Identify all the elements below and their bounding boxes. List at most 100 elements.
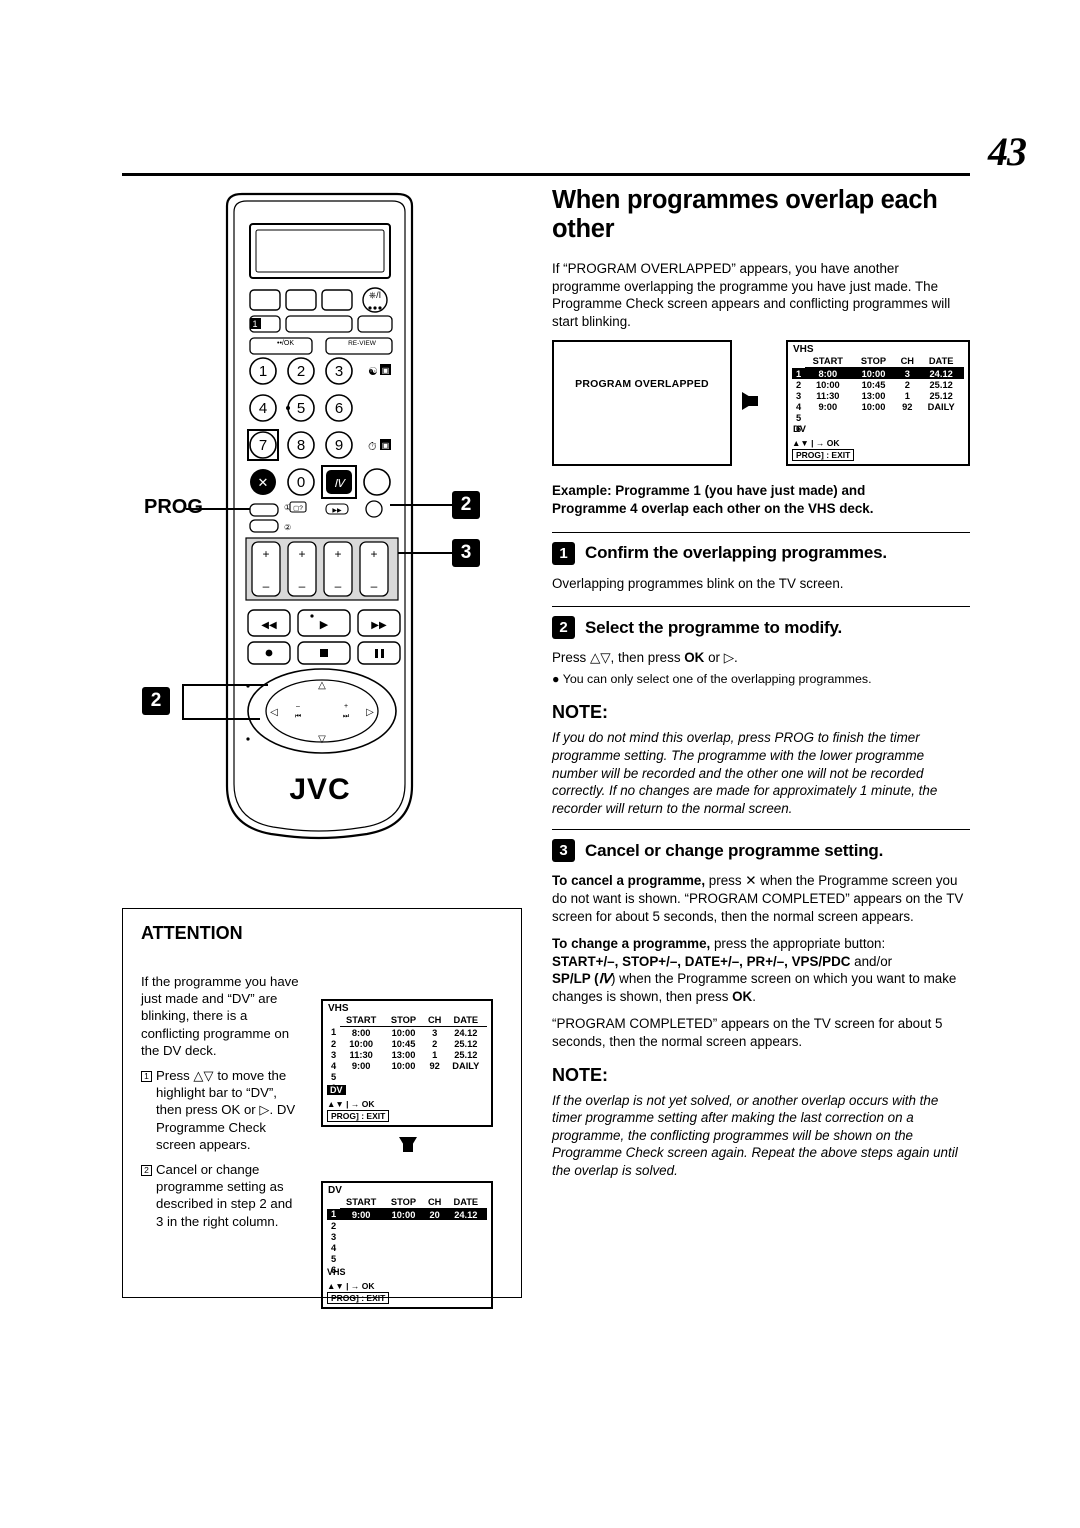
svg-text:▶: ▶ [320,619,329,631]
programme-table-vhs-attention: START STOP CH DATE 1 8:00 10:00 3 24.12 2 10:… [327,1015,487,1093]
table-row: 5 [331,1253,337,1264]
svg-text:⏮: ⏮ [295,713,301,720]
step-2-number: 2 [552,616,575,640]
step-3-title: Cancel or change programme setting. [585,840,884,860]
attention-step-1: 1 Press △▽ to move the highlight bar to … [141,1067,301,1153]
svg-text:▶▶: ▶▶ [332,508,342,514]
svg-text:–: – [263,579,270,593]
table-row: 1 8:00 10:00 3 24.12 [331,1027,478,1038]
attention-intro: If the programme you have just made and … [141,974,299,1058]
table-row: 6 [331,1264,337,1275]
table-row: 3 11:30 13:00 1 25.12 [331,1049,478,1060]
programme-table-dv: START STOP CH DATE 1 9:00 10:00 20 24.12 2 3… [327,1197,487,1275]
step-3-heading: 3 Cancel or change programme setting. [552,839,970,863]
svg-text:▶▶: ▶▶ [371,620,387,631]
attention-box: ATTENTION If the programme you have just… [122,908,522,1309]
svg-text:✕: ✕ [258,475,269,490]
col-start: START [340,1197,383,1209]
remote-illustration: ⎈/I 1 ••/OK RE-VIEW 1 2 3 4 5 6 7 8 9 0 … [122,186,522,866]
example-line-1: Example: Programme 1 (you have just made… [552,483,866,499]
note-2-block: NOTE: If the overlap is not yet solved, … [552,1065,970,1180]
osd-dv-highlight: DV [327,1085,346,1095]
table-row: 2 10:00 10:45 2 25.12 [331,1038,478,1049]
step-3-splp-bold: SP/LP ( [552,971,599,987]
svg-text:☯: ☯ [368,366,378,378]
step-2-ok: OK [684,650,705,666]
step-3-number: 3 [552,839,575,863]
col-ch: CH [424,1197,445,1209]
callout2b-leader-v [182,684,184,720]
svg-text:••/OK: ••/OK [277,340,294,347]
step-2-title: Select the programme to modify. [585,617,843,637]
step-3-change-bold: To change a programme, [552,936,711,952]
svg-text:①: ① [284,503,291,512]
step-1-heading: 1 Confirm the overlapping programmes. [552,541,970,565]
step-2-post: or ▷. [704,650,738,666]
step-2-press: Press [552,650,590,666]
svg-text:+: + [370,547,377,561]
page-title: When programmes overlap each other [552,186,938,243]
svg-text:▽: ▽ [318,734,326,745]
table-row: 1 9:00 10:00 20 24.12 [327,1208,487,1220]
osd-vhs-row-label: VHS [327,1267,346,1277]
step-3-block: 3 Cancel or change programme setting. To… [552,830,970,1050]
step-3-buttons: START+/–, STOP+/–, DATE+/–, PR+/–, VPS/P… [552,953,970,971]
svg-text:+: + [298,547,305,561]
svg-text:RE-VIEW: RE-VIEW [348,340,377,347]
step-3-splp-end: . [752,988,756,1004]
attention-step-2: 2 Cancel or change programme setting as … [141,1161,301,1230]
table-row: 5 [796,412,802,423]
table-row: 6 [796,423,802,434]
svg-text:⎈/I: ⎈/I [369,290,381,300]
arrow-right-icon [742,392,758,411]
step-3-change-rest: press the appropriate button: [710,936,886,952]
osd-deck-label-dv: DV [328,1185,342,1196]
page-number: 43 [988,129,1027,174]
step-3-splp-ok: OK [732,988,753,1004]
svg-text:4: 4 [259,400,267,417]
step-1-number: 1 [552,541,575,565]
right-column: When programmes overlap each other If “P… [552,186,970,1190]
table-row: 6 [327,1082,487,1093]
step-2-body: Press △▽, then press OK or ▷. [552,649,970,667]
note-2-heading: NOTE: [552,1064,608,1085]
step-1-block: 1 Confirm the overlapping programmes. Ov… [552,531,970,593]
svg-text:1: 1 [252,319,257,329]
dv-rows: 1 9:00 10:00 20 24.12 2 3 4 5 6 [327,1208,487,1276]
step-3-buttons-bold: START+/–, STOP+/–, DATE+/–, PR+/–, VPS/P… [552,953,851,969]
col-stop: STOP [850,356,897,369]
svg-text:–: – [299,579,306,593]
table-row: 4 9:00 10:00 92 DAILY [796,401,955,412]
note-2-text: If the overlap is not yet solved, or ano… [552,1092,958,1179]
osd-programme-check-vhs: VHS START STOP CH DATE 1 8:00 10:00 3 24.12 … [786,340,970,467]
note-1-block: NOTE: If you do not mind this overlap, p… [552,702,970,817]
svg-text:0: 0 [297,474,305,491]
col-date: DATE [444,1197,487,1209]
svg-text:②: ② [284,523,291,532]
svg-text:–: – [335,579,342,593]
programme-table-vhs: START STOP CH DATE 1 8:00 10:00 3 24.12 2 10:… [792,356,964,434]
prog-leader [186,508,250,510]
osd-deck-label-vhs: VHS [793,344,814,356]
col-stop: STOP [382,1197,425,1209]
attention-step-2-text: Cancel or change programme setting as de… [156,1162,293,1229]
osd-nav-hint: ▲▼ | → OK [792,438,840,449]
table-header-row: START STOP CH DATE [792,356,964,369]
attention-step-2-num: 2 [141,1165,152,1177]
step-2-bullet: ● You can only select one of the overlap… [552,671,872,686]
svg-text:1: 1 [259,363,267,380]
svg-text:JVC: JVC [289,773,350,806]
osd-prog-exit: PROG] : EXIT [327,1110,390,1122]
manual-page: 43 ⎈/I 1 ••/OK RE-VIEW 1 2 3 4 5 6 7 8 9… [0,0,1080,1528]
callout-3: 3 [452,539,480,567]
svg-text:◁: ◁ [270,707,278,718]
svg-text:◀◀: ◀◀ [261,620,277,631]
step-1-body: Overlapping programmes blink on the TV s… [552,575,844,591]
intro-paragraph: If “PROGRAM OVERLAPPED” appears, you hav… [552,261,951,329]
table-row: 3 [331,1231,337,1242]
step-2-keys: △▽, then press [589,650,685,666]
callout2b-leader-h [182,718,260,720]
step-1-title: Confirm the overlapping programmes. [585,543,887,563]
step-2-heading: 2 Select the programme to modify. [552,616,970,640]
table-header-row: START STOP CH DATE [327,1197,487,1209]
